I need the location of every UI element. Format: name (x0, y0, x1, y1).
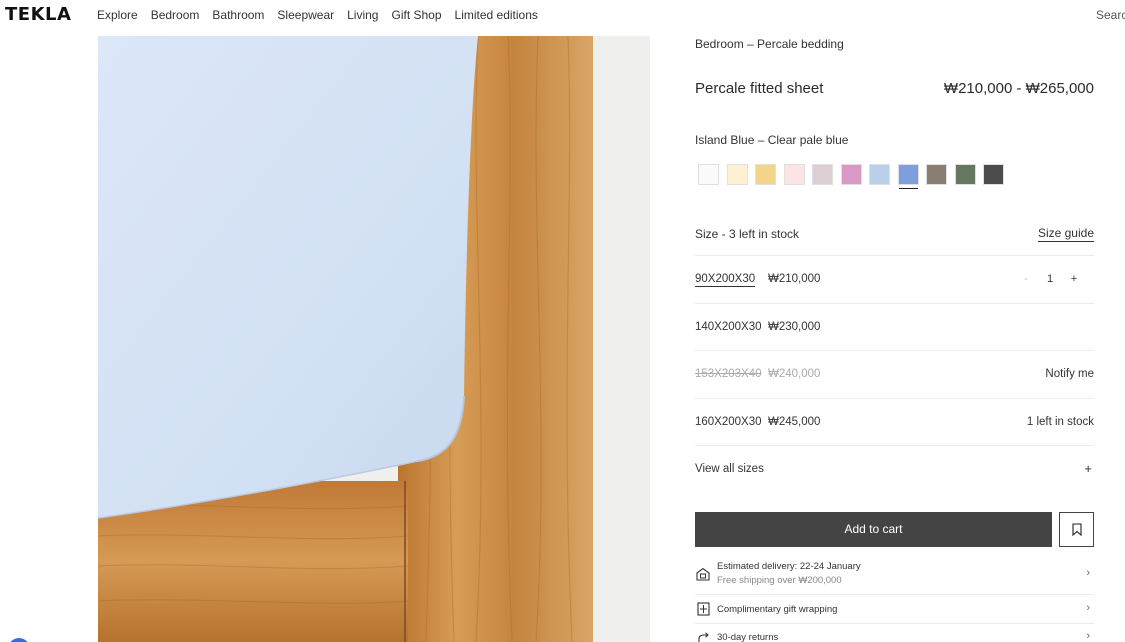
chevron-right-icon: › (1086, 630, 1090, 642)
delivery-icon (695, 566, 711, 582)
nav-item-explore[interactable]: Explore (97, 8, 138, 22)
view-all-sizes-label: View all sizes (695, 463, 764, 475)
gift-wrapping-row[interactable]: Complimentary gift wrapping › (695, 595, 1094, 624)
size-option-153x203x40[interactable]: 153X203X40 ₩240,000 Notify me (695, 350, 1094, 398)
site-header: TEKLA Explore Bedroom Bathroom Sleepwear… (0, 0, 1125, 32)
nav-item-limited-editions[interactable]: Limited editions (455, 8, 538, 22)
stock-status: 1 left in stock (1026, 415, 1094, 428)
search-link[interactable]: Search (1096, 8, 1125, 22)
nav-item-gift-shop[interactable]: Gift Shop (391, 8, 441, 22)
returns-row[interactable]: 30-day returns › (695, 624, 1094, 642)
quantity-decrease-button[interactable]: - (1014, 273, 1038, 285)
gift-wrapping-label: Complimentary gift wrapping (717, 604, 838, 615)
returns-label: 30-day returns (717, 632, 779, 642)
color-swatch-5[interactable] (812, 164, 833, 185)
return-icon (695, 630, 711, 642)
product-photo (98, 36, 650, 642)
size-list: 90X200X30 ₩210,000 - 1 + 140X200X30 ₩230… (695, 255, 1094, 493)
product-image[interactable] (98, 36, 650, 642)
size-price: ₩240,000 (768, 368, 821, 380)
main-nav: Explore Bedroom Bathroom Sleepwear Livin… (97, 8, 538, 22)
nav-item-bathroom[interactable]: Bathroom (212, 8, 264, 22)
price-range: ₩210,000 - ₩265,000 (943, 80, 1094, 97)
size-label: 140X200X30 (695, 320, 762, 333)
nav-item-living[interactable]: Living (347, 8, 378, 22)
product-title: Percale fitted sheet (695, 80, 824, 97)
bookmark-icon (1071, 523, 1082, 536)
size-label: 160X200X30 (695, 415, 762, 428)
free-shipping-note: Free shipping over ₩200,000 (717, 575, 842, 586)
nav-item-bedroom[interactable]: Bedroom (151, 8, 200, 22)
breadcrumb[interactable]: Bedroom – Percale bedding (695, 37, 844, 51)
color-swatch-9[interactable] (926, 164, 947, 185)
color-swatch-3[interactable] (755, 164, 776, 185)
size-option-140x200x30[interactable]: 140X200X30 ₩230,000 (695, 302, 1094, 351)
color-swatches (698, 164, 1004, 189)
delivery-info-row[interactable]: Estimated delivery: 22-24 January Free s… (695, 557, 1094, 595)
color-swatch-1[interactable] (698, 164, 719, 185)
quantity-stepper: - 1 + (1014, 273, 1086, 285)
plus-icon: + (1084, 461, 1092, 476)
size-guide-link[interactable]: Size guide (1037, 226, 1094, 242)
color-swatch-2[interactable] (726, 164, 748, 185)
notify-me-link[interactable]: Notify me (1045, 368, 1094, 380)
color-swatch-4[interactable] (783, 164, 805, 185)
color-swatch-11[interactable] (983, 164, 1004, 185)
size-option-160x200x30[interactable]: 160X200X30 ₩245,000 1 left in stock (695, 397, 1094, 446)
quantity-increase-button[interactable]: + (1062, 273, 1086, 285)
selected-color-name: Island Blue – Clear pale blue (695, 133, 849, 147)
chevron-right-icon: › (1086, 602, 1090, 614)
size-label: 153X203X40 (695, 368, 762, 380)
size-label: 90X200X30 (695, 273, 756, 287)
delivery-estimate: Estimated delivery: 22-24 January (717, 561, 861, 572)
color-swatch-6[interactable] (840, 164, 862, 185)
size-heading: Size - 3 left in stock (695, 227, 800, 241)
size-price: ₩230,000 (768, 320, 821, 333)
color-swatch-7[interactable] (869, 164, 890, 185)
gift-icon (695, 601, 711, 617)
color-swatch-10[interactable] (954, 164, 976, 185)
chevron-right-icon: › (1086, 567, 1090, 579)
quantity-value: 1 (1046, 273, 1054, 285)
nav-item-sleepwear[interactable]: Sleepwear (277, 8, 334, 22)
size-option-90x200x30[interactable]: 90X200X30 ₩210,000 - 1 + (695, 255, 1094, 303)
color-swatch-8[interactable] (897, 164, 919, 189)
chat-widget-button[interactable] (8, 638, 30, 642)
size-price: ₩210,000 (768, 273, 821, 285)
brand-logo[interactable]: TEKLA (5, 4, 71, 25)
view-all-sizes-toggle[interactable]: View all sizes + (695, 445, 1094, 493)
wishlist-button[interactable] (1059, 512, 1094, 547)
add-to-cart-button[interactable]: Add to cart (695, 512, 1052, 547)
size-price: ₩245,000 (768, 415, 821, 428)
